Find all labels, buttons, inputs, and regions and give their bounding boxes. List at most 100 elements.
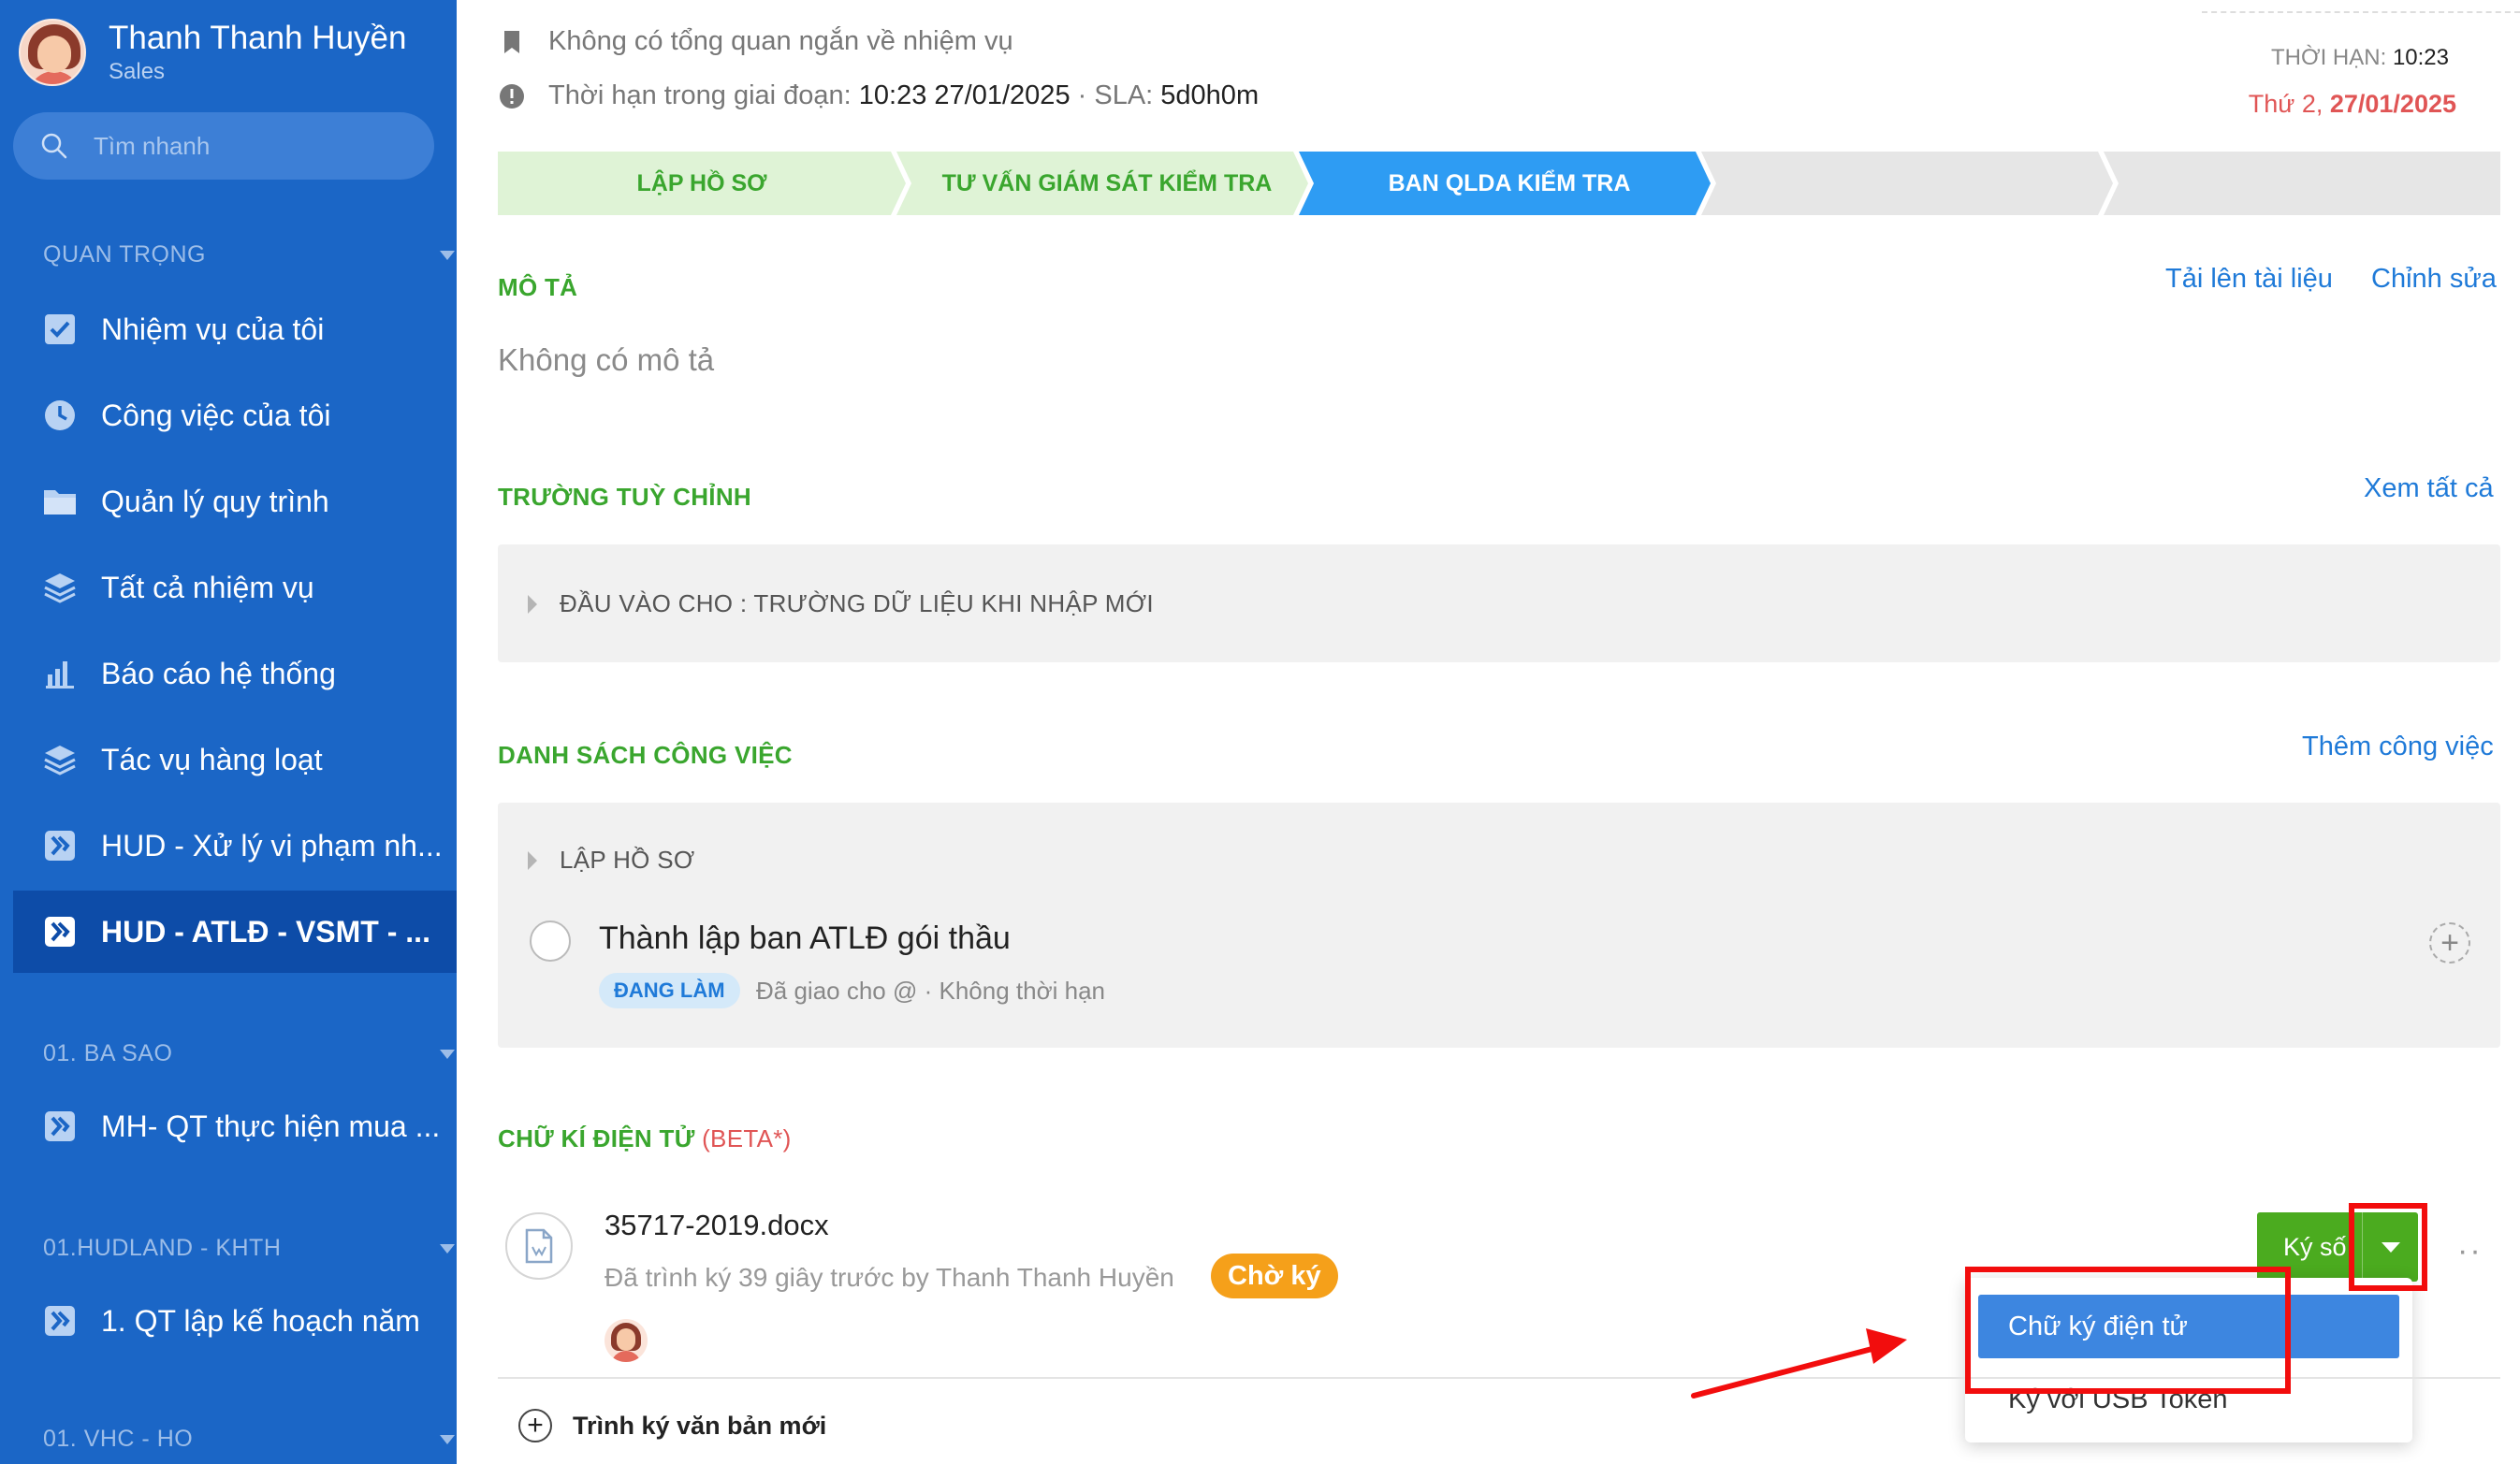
overview-text: Không có tổng quan ngắn về nhiệm vụ bbox=[548, 26, 1013, 56]
task-title[interactable]: Thành lập ban ATLĐ gói thầu bbox=[599, 920, 1011, 957]
stage-final[interactable] bbox=[2113, 152, 2500, 215]
stage-deadline-value: 10:23 27/01/2025 bbox=[858, 80, 1071, 110]
status-badge: ĐANG LÀM bbox=[599, 973, 740, 1008]
stage-deadline-row: Thời hạn trong giai đoạn: 10:23 27/01/20… bbox=[498, 80, 1259, 111]
caret-right-icon bbox=[528, 594, 537, 614]
chevron-down-icon[interactable] bbox=[440, 1050, 455, 1059]
sidebar-item-my-missions[interactable]: Nhiệm vụ của tôi bbox=[0, 288, 457, 370]
stage-lap-ho-so[interactable]: LẬP HỒ SƠ bbox=[498, 152, 906, 215]
annotation-arrow-icon bbox=[1691, 1328, 1907, 1399]
sidebar-item-hud-violations[interactable]: HUD - Xử lý vi phạm nh... bbox=[0, 804, 457, 887]
document-name[interactable]: 35717-2019.docx bbox=[605, 1209, 829, 1242]
deadline: THỜI HẠN: 10:23 bbox=[2271, 45, 2449, 70]
edit-link[interactable]: Chỉnh sửa bbox=[2371, 264, 2497, 295]
section-important: QUAN TRỌNG bbox=[43, 241, 206, 268]
sidebar-item-system-report[interactable]: Báo cáo hệ thống bbox=[0, 632, 457, 715]
description-empty: Không có mô tả bbox=[498, 342, 715, 377]
sla-value: 5d0h0m bbox=[1160, 80, 1260, 110]
folder-icon bbox=[41, 483, 79, 520]
task-group-header[interactable]: LẬP HỒ SƠ bbox=[528, 846, 694, 875]
workflow-icon bbox=[41, 1108, 79, 1145]
upload-document-link[interactable]: Tải lên tài liệu bbox=[2165, 264, 2333, 295]
document-meta: Đã trình ký 39 giây trước by Thanh Thanh… bbox=[605, 1263, 1174, 1292]
clock-icon bbox=[41, 397, 79, 434]
bar-chart-icon bbox=[41, 655, 79, 692]
checkbox-icon bbox=[41, 311, 79, 348]
sidebar-item-label: 1. QT lập kế hoạch năm bbox=[101, 1303, 420, 1338]
add-task-link[interactable]: Thêm công việc bbox=[2302, 732, 2494, 762]
signature-status-badge: Chờ ký bbox=[1211, 1254, 1338, 1298]
task-list-panel: LẬP HỒ SƠ Thành lập ban ATLĐ gói thầu ĐA… bbox=[498, 803, 2500, 1048]
stage-progress: LẬP HỒ SƠ TƯ VẤN GIÁM SÁT KIỂM TRA BAN Q… bbox=[498, 152, 2500, 215]
app-window: Thanh Thanh Huyền Sales Tìm nhanh QUAN T… bbox=[0, 0, 2520, 1464]
sidebar-item-process-management[interactable]: Quản lý quy trình bbox=[0, 460, 457, 543]
sla-label: · SLA: bbox=[1077, 80, 1154, 110]
layers-icon bbox=[41, 569, 79, 606]
overview-row: Không có tổng quan ngắn về nhiệm vụ bbox=[498, 26, 1013, 57]
beta-label: (BETA*) bbox=[702, 1124, 792, 1152]
layers-icon bbox=[41, 741, 79, 778]
new-signing-document-label: Trình ký văn bản mới bbox=[573, 1411, 827, 1440]
sidebar: Thanh Thanh Huyền Sales Tìm nhanh QUAN T… bbox=[0, 0, 457, 1464]
task-group-label: LẬP HỒ SƠ bbox=[560, 846, 695, 874]
task-detail: Không có tổng quan ngắn về nhiệm vụ Thời… bbox=[457, 0, 2520, 1464]
bookmark-icon bbox=[504, 30, 519, 53]
sidebar-item-label: HUD - Xử lý vi phạm nh... bbox=[101, 828, 443, 862]
stage-next[interactable] bbox=[1711, 152, 2113, 215]
description-title: MÔ TẢ bbox=[498, 273, 578, 301]
plus-circle-icon: + bbox=[518, 1409, 552, 1442]
search-placeholder: Tìm nhanh bbox=[94, 131, 211, 160]
stage-ban-qlda[interactable]: BAN QLDA KIỂM TRA bbox=[1308, 152, 1711, 215]
chevron-down-icon[interactable] bbox=[440, 1435, 455, 1444]
stage-tu-van-giam-sat[interactable]: TƯ VẤN GIÁM SÁT KIỂM TRA bbox=[906, 152, 1308, 215]
workflow-icon bbox=[41, 827, 79, 864]
task-list-title: DANH SÁCH CÔNG VIỆC bbox=[498, 741, 793, 769]
custom-fields-group[interactable]: ĐẦU VÀO CHO : TRƯỜNG DỮ LIỆU KHI NHẬP MỚ… bbox=[528, 589, 1154, 618]
alert-icon bbox=[500, 83, 524, 109]
sidebar-item-label: Quản lý quy trình bbox=[101, 484, 329, 518]
custom-fields-panel: ĐẦU VÀO CHO : TRƯỜNG DỮ LIỆU KHI NHẬP MỚ… bbox=[498, 544, 2500, 662]
task-meta: Đã giao cho @ · Không thời hạn bbox=[756, 977, 1106, 1005]
more-options-icon[interactable]: ·· bbox=[2457, 1233, 2483, 1269]
sidebar-item-label: Báo cáo hệ thống bbox=[101, 656, 336, 690]
digital-sign-label: Ký số bbox=[2283, 1232, 2347, 1261]
search-input[interactable]: Tìm nhanh bbox=[13, 112, 434, 180]
document-icon bbox=[505, 1212, 573, 1280]
workflow-icon bbox=[41, 1302, 79, 1340]
deadline-time: 10:23 bbox=[2392, 45, 2449, 70]
user-name: Thanh Thanh Huyền bbox=[109, 20, 407, 56]
user-role: Sales bbox=[109, 59, 166, 84]
section-hudland: 01.HUDLAND - KHTH bbox=[43, 1235, 282, 1261]
chevron-down-icon[interactable] bbox=[440, 251, 455, 260]
workflow-icon bbox=[41, 913, 79, 950]
sidebar-item-hud-atld[interactable]: HUD - ATLĐ - VSMT - ... bbox=[13, 891, 457, 973]
esign-title: CHỮ KÍ ĐIỆN TỬ (BETA*) bbox=[498, 1124, 792, 1152]
chevron-down-icon[interactable] bbox=[440, 1244, 455, 1254]
avatar bbox=[19, 19, 86, 86]
add-subtask-icon[interactable]: + bbox=[2429, 922, 2470, 964]
sidebar-item-label: HUD - ATLĐ - VSMT - ... bbox=[101, 914, 430, 949]
sidebar-item-label: Tác vụ hàng loạt bbox=[101, 742, 323, 776]
sidebar-item-label: Tất cả nhiệm vụ bbox=[101, 570, 314, 604]
task-complete-checkbox[interactable] bbox=[530, 920, 571, 962]
sidebar-item-label: MH- QT thực hiện mua ... bbox=[101, 1109, 441, 1143]
custom-fields-group-label: ĐẦU VÀO CHO : TRƯỜNG DỮ LIỆU KHI NHẬP MỚ… bbox=[560, 589, 1154, 617]
deadline-date: Thứ 2, 27/01/2025 bbox=[2248, 90, 2456, 118]
caret-right-icon bbox=[528, 850, 537, 870]
sidebar-item-label: Công việc của tôi bbox=[101, 398, 331, 432]
user-profile[interactable]: Thanh Thanh Huyền Sales bbox=[19, 19, 406, 86]
custom-fields-title: TRƯỜNG TUỲ CHỈNH bbox=[498, 483, 751, 511]
signer-avatar bbox=[605, 1319, 648, 1362]
sidebar-item-qt-plan[interactable]: 1. QT lập kế hoạch năm bbox=[0, 1280, 457, 1362]
section-vhc: 01. VHC - HO bbox=[43, 1426, 194, 1452]
section-basao: 01. BA SAO bbox=[43, 1040, 173, 1066]
sidebar-item-mh-qt[interactable]: MH- QT thực hiện mua ... bbox=[0, 1085, 457, 1167]
view-all-link[interactable]: Xem tất cả bbox=[2364, 473, 2494, 504]
annotation-highlight-menu-item bbox=[1965, 1267, 2291, 1394]
sidebar-item-label: Nhiệm vụ của tôi bbox=[101, 312, 325, 346]
new-signing-document-button[interactable]: + Trình ký văn bản mới bbox=[518, 1409, 826, 1442]
sidebar-item-bulk-actions[interactable]: Tác vụ hàng loạt bbox=[0, 718, 457, 801]
sidebar-item-all-missions[interactable]: Tất cả nhiệm vụ bbox=[0, 546, 457, 629]
sidebar-item-my-work[interactable]: Công việc của tôi bbox=[0, 374, 457, 457]
annotation-highlight-caret bbox=[2349, 1203, 2427, 1291]
